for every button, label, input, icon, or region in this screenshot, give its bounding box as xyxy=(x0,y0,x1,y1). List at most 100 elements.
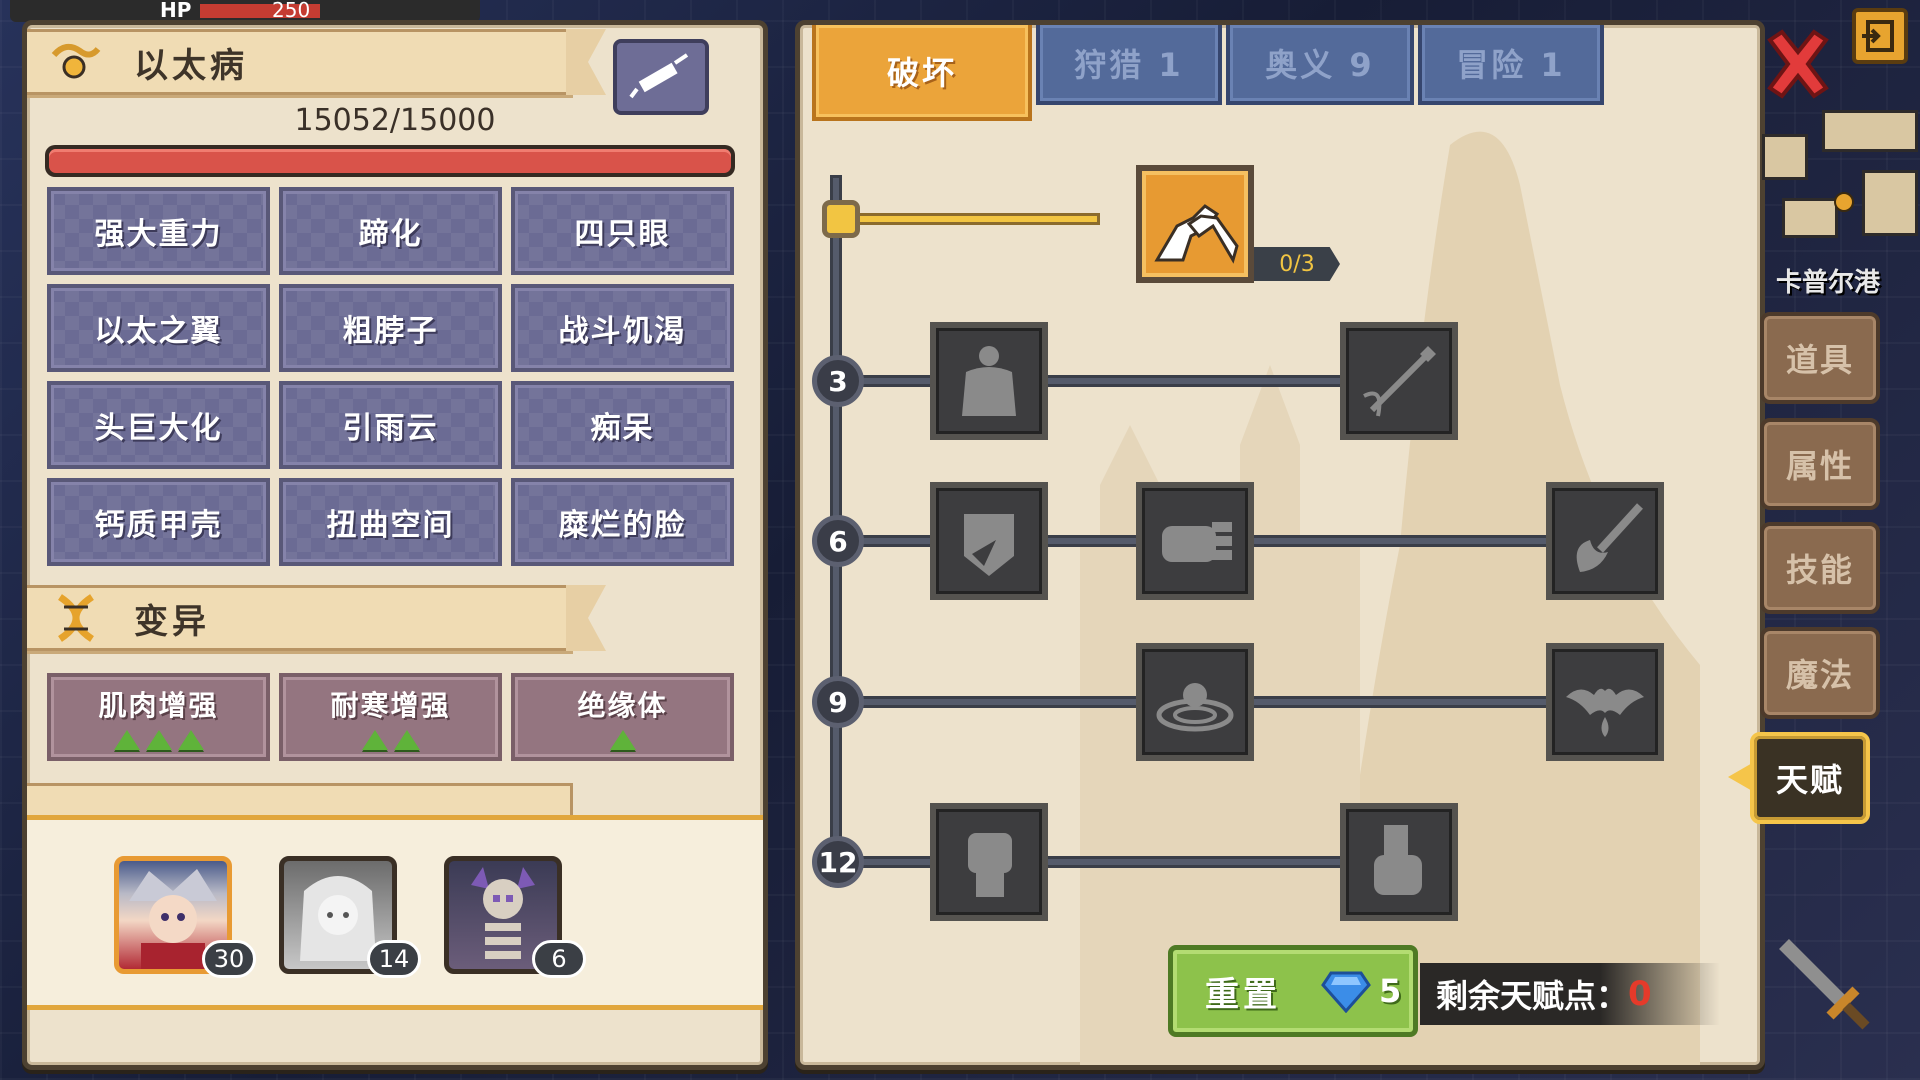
mutation-level-triangle-icon xyxy=(609,730,636,750)
minimap-block xyxy=(1782,198,1838,238)
reset-button[interactable]: 重置 5 xyxy=(1168,945,1418,1037)
skeleton-level-badge: 6 xyxy=(532,940,586,978)
diamond-icon xyxy=(1321,971,1371,1013)
talent-node-shield[interactable] xyxy=(930,482,1048,600)
minimap xyxy=(1762,110,1920,246)
talent-node-arm-wrestle[interactable] xyxy=(1136,165,1254,283)
tier-9-badge: 9 xyxy=(812,676,864,728)
dna-icon xyxy=(57,594,95,642)
trait-cell[interactable]: 糜烂的脸 xyxy=(511,478,734,566)
tier-6-badge: 6 xyxy=(812,515,864,567)
reset-label: 重置 xyxy=(1205,974,1281,1015)
side-tab-skills[interactable]: 技能 xyxy=(1760,522,1880,614)
disease-hp-text: 15052/15000 xyxy=(294,103,496,138)
trait-cell[interactable]: 粗脖子 xyxy=(279,284,502,372)
trait-cell[interactable]: 扭曲空间 xyxy=(279,478,502,566)
hero-level-badge: 30 xyxy=(202,940,256,978)
disease-hp-fill xyxy=(49,149,731,173)
trait-cell[interactable]: 钙质甲壳 xyxy=(47,478,270,566)
mutations-grid: 肌肉增强 耐寒增强 绝缘体 xyxy=(47,673,734,761)
minimap-block xyxy=(1862,170,1918,236)
trait-cell[interactable]: 强大重力 xyxy=(47,187,270,275)
tab-hunting[interactable]: 狩猎 1 xyxy=(1036,25,1222,105)
close-icon xyxy=(1767,29,1829,99)
ribbon-tail xyxy=(566,29,606,95)
syringe-icon xyxy=(629,53,689,99)
mutation-stars xyxy=(609,730,636,750)
remaining-points-box: 剩余天赋点： 0 xyxy=(1420,963,1720,1025)
trait-cell[interactable]: 战斗饥渴 xyxy=(511,284,734,372)
talent-node-splash[interactable] xyxy=(1546,482,1664,600)
exit-button[interactable] xyxy=(1852,8,1908,64)
tier12-line xyxy=(830,856,1350,868)
tier3-line xyxy=(830,375,1350,387)
trait-cell[interactable]: 蹄化 xyxy=(279,187,502,275)
ribbon-tail xyxy=(566,585,606,651)
arrow-icon xyxy=(1363,346,1436,417)
side-tab-items[interactable]: 道具 xyxy=(1760,312,1880,404)
tier-3-badge: 3 xyxy=(812,355,864,407)
ripple-icon xyxy=(1156,683,1234,732)
arm-wrestle-icon xyxy=(1154,204,1239,264)
arm-wrestle-progress-text: 0/3 xyxy=(1279,251,1315,277)
sword-icon xyxy=(1779,939,1870,1030)
minimap-block xyxy=(1762,134,1808,180)
mutation-cell[interactable]: 耐寒增强 xyxy=(279,673,502,761)
side-tab-talent[interactable]: 天赋 xyxy=(1750,732,1870,824)
fist-punch-icon xyxy=(1162,522,1232,562)
arm-wrestle-progress: 0/3 xyxy=(1254,247,1340,281)
party-bar: 30 14 6 xyxy=(27,815,763,1010)
remaining-points-label: 剩余天赋点： xyxy=(1436,977,1629,1015)
bat-icon xyxy=(1566,688,1644,737)
location-label: 卡普尔港 xyxy=(1776,268,1881,298)
hud-hp-label: HP xyxy=(160,0,192,22)
mutation-label: 肌肉增强 xyxy=(98,689,219,722)
mutation-cell[interactable]: 肌肉增强 xyxy=(47,673,270,761)
remaining-points-value: 0 xyxy=(1628,974,1652,1014)
side-tab-attributes[interactable]: 属性 xyxy=(1760,418,1880,510)
talent-node-bat[interactable] xyxy=(1546,643,1664,761)
mutation-level-triangle-icon xyxy=(393,730,420,750)
disease-panel: 以太病 15052/15000 强大重力 蹄化 四只眼以太之翼 粗脖子 战斗饥渴头巨大化… xyxy=(22,20,768,1070)
talent-node-arrow[interactable] xyxy=(1340,322,1458,440)
mutation-level-triangle-icon xyxy=(145,730,172,750)
side-tab-magic[interactable]: 魔法 xyxy=(1760,627,1880,719)
ghost-girl-level-badge: 14 xyxy=(367,940,421,978)
exit-icon xyxy=(1862,20,1894,52)
trait-cell[interactable]: 痴呆 xyxy=(511,381,734,469)
close-button[interactable] xyxy=(1762,26,1834,102)
tab-esoteric[interactable]: 奥义 9 xyxy=(1226,25,1414,105)
trait-cell[interactable]: 头巨大化 xyxy=(47,381,270,469)
mutation-level-triangle-icon xyxy=(177,730,204,750)
talent-node-fist[interactable] xyxy=(1136,482,1254,600)
disease-title: 以太病 xyxy=(134,45,248,86)
mutation-stars xyxy=(113,730,204,750)
reset-cost: 5 xyxy=(1379,972,1402,1010)
talent-panel: 破坏 狩猎 1 奥义 9 冒险 1 3 6 9 12 0/3 重置 5 剩余天赋… xyxy=(795,20,1765,1070)
talent-node-body[interactable] xyxy=(930,322,1048,440)
winged-emblem-icon xyxy=(51,43,101,79)
hanging-fist-icon xyxy=(1374,825,1422,895)
trait-cell[interactable]: 四只眼 xyxy=(511,187,734,275)
raised-fist-icon xyxy=(968,833,1012,897)
mutation-stars xyxy=(361,730,420,750)
talent-node-raised-fist[interactable] xyxy=(930,803,1048,921)
disease-hp-bar xyxy=(45,145,735,177)
tier-12-badge: 12 xyxy=(812,836,864,888)
disease-ribbon: 以太病 xyxy=(27,29,606,95)
talent-node-ripple[interactable] xyxy=(1136,643,1254,761)
shield-icon xyxy=(964,514,1014,576)
mutation-cell[interactable]: 绝缘体 xyxy=(511,673,734,761)
minimap-player-marker xyxy=(1834,192,1854,212)
trait-cell[interactable]: 引雨云 xyxy=(279,381,502,469)
mutation-label: 绝缘体 xyxy=(577,689,668,722)
tree-start-node xyxy=(822,200,860,238)
mutation-ribbon: 变异 xyxy=(27,585,606,651)
trait-cell[interactable]: 以太之翼 xyxy=(47,284,270,372)
splash-attack-icon xyxy=(1576,503,1643,572)
talent-node-hanging-fist[interactable] xyxy=(1340,803,1458,921)
mutation-level-triangle-icon xyxy=(361,730,388,750)
tab-destruction[interactable]: 破坏 xyxy=(812,25,1032,121)
mutation-title: 变异 xyxy=(134,601,210,642)
tab-adventure[interactable]: 冒险 1 xyxy=(1418,25,1604,105)
